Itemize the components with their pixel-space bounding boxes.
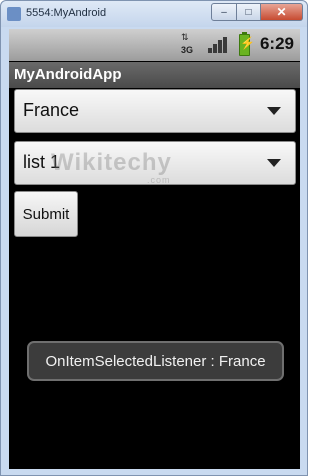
data-arrows-icon: ⇅ (181, 32, 189, 42)
emulator-app-icon (7, 7, 21, 21)
window-title: 5554:MyAndroid (26, 7, 107, 19)
close-button[interactable]: ✕ (261, 3, 303, 21)
maximize-button[interactable]: □ (237, 3, 261, 21)
signal-strength-icon (208, 37, 228, 53)
network-type-label: 3G (181, 45, 194, 55)
app-title: MyAndroidApp (14, 66, 122, 83)
battery-charging-icon: ⚡ (239, 32, 255, 56)
phone-screen: ⇅ 3G ⚡ 6:29 MyAndroidApp France list 1 W… (9, 29, 300, 469)
dropdown-arrow-icon (267, 159, 281, 167)
network-icon: ⇅ 3G (181, 33, 195, 57)
minimize-button[interactable]: – (211, 3, 237, 21)
status-bar: ⇅ 3G ⚡ 6:29 (9, 29, 300, 61)
country-spinner[interactable]: France (14, 89, 296, 133)
toast-message: OnItemSelectedListener : France (27, 341, 284, 381)
window-titlebar: 5554:MyAndroid – □ ✕ (1, 1, 307, 27)
status-clock: 6:29 (259, 34, 294, 53)
dropdown-arrow-icon (267, 107, 281, 115)
watermark: Wikitechy .com (51, 149, 172, 185)
window-controls: – □ ✕ (211, 3, 303, 21)
submit-button[interactable]: Submit (14, 191, 78, 237)
country-spinner-value: France (23, 100, 80, 120)
emulator-window: 5554:MyAndroid – □ ✕ ⇅ 3G ⚡ 6:29 MyAndro… (0, 0, 308, 476)
app-title-bar: MyAndroidApp (9, 62, 300, 88)
